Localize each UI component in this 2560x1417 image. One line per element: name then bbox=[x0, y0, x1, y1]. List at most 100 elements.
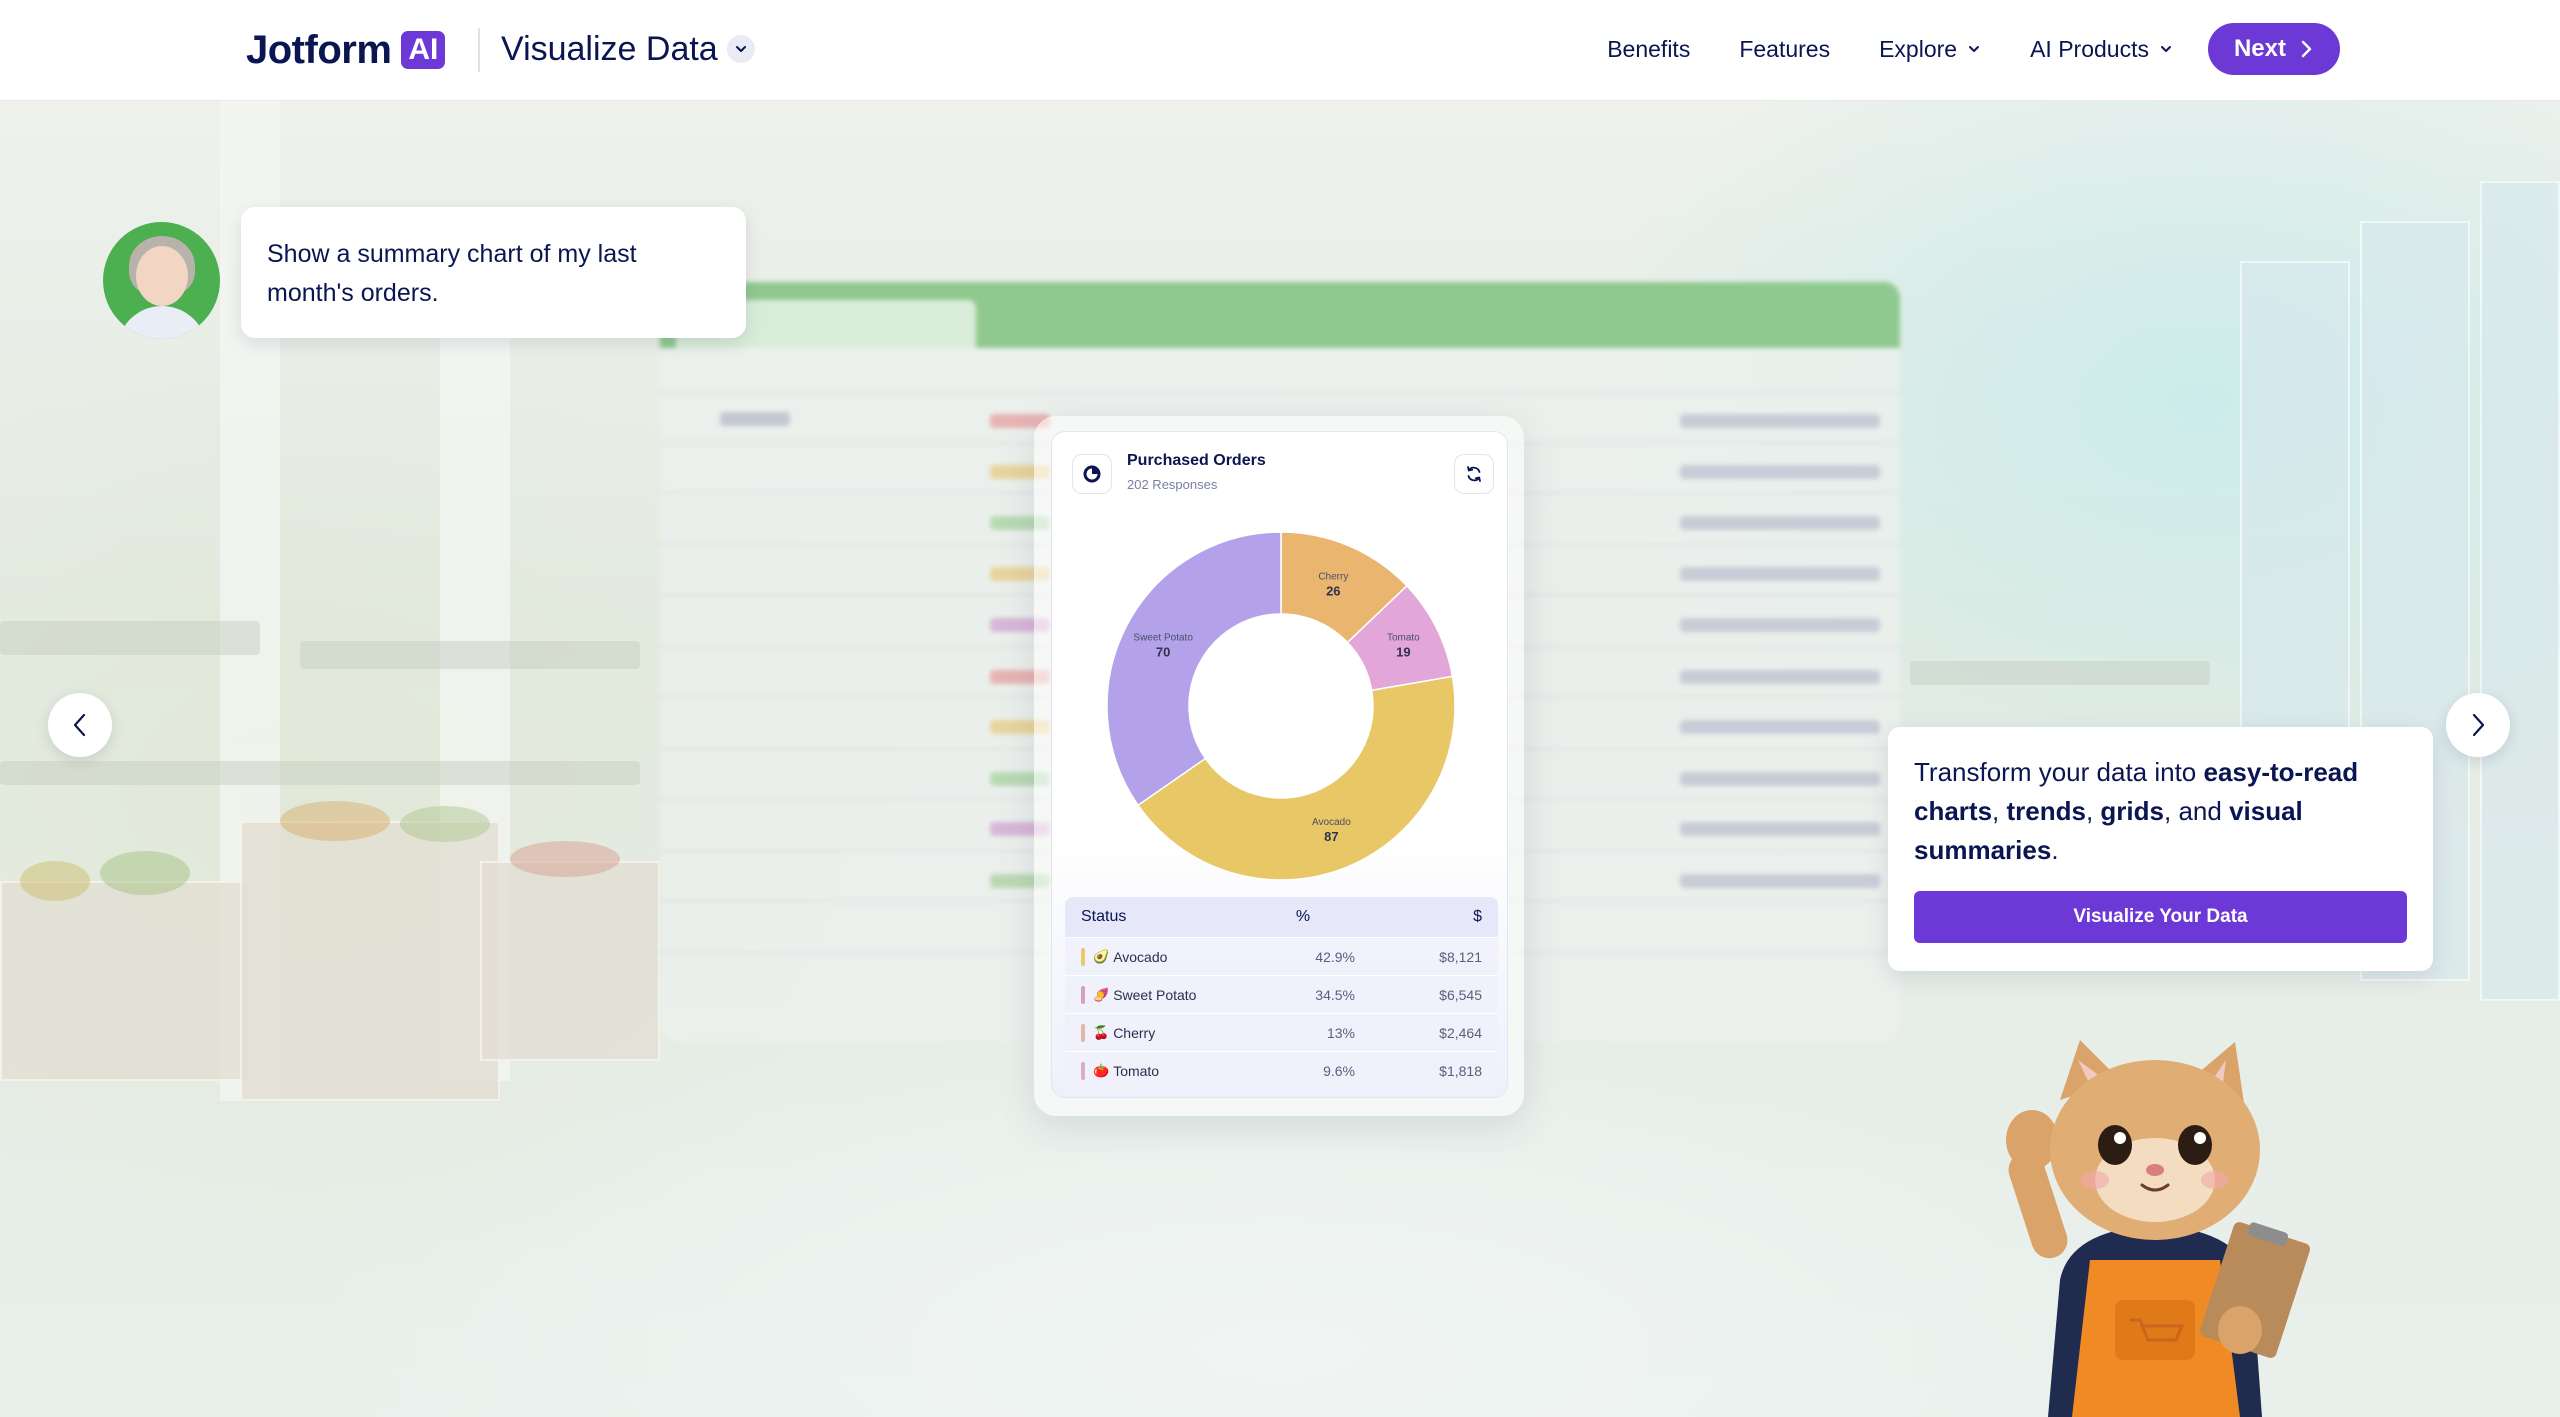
slice-value: 70 bbox=[1156, 644, 1170, 659]
slice-label: Tomato bbox=[1387, 632, 1420, 643]
cta-description: Transform your data into easy-to-read ch… bbox=[1914, 753, 2407, 870]
slice-label: Avocado bbox=[1312, 817, 1351, 828]
spreadsheet-cell bbox=[1680, 618, 1880, 632]
chevron-left-icon bbox=[73, 713, 86, 737]
row-amount: $8,121 bbox=[1439, 948, 1482, 965]
produce-pile bbox=[510, 841, 620, 877]
store-shelf bbox=[300, 641, 640, 669]
nav-ai-products-label: AI Products bbox=[2030, 35, 2149, 62]
spreadsheet-cell bbox=[1680, 414, 1880, 428]
user-avatar bbox=[103, 222, 220, 339]
tomato-icon: 🍅 bbox=[1093, 1062, 1110, 1078]
row-amount: $1,818 bbox=[1439, 1062, 1482, 1079]
col-percent-header: % bbox=[1295, 908, 1311, 925]
produce-crate bbox=[0, 881, 250, 1081]
spreadsheet-cell bbox=[1680, 720, 1880, 734]
table-row: 🍠 Sweet Potato 34.5% $6,545 bbox=[1065, 975, 1498, 1013]
slice-label: Cherry bbox=[1318, 572, 1348, 583]
cta-text-part: , bbox=[2085, 796, 2101, 826]
nav-explore-label: Explore bbox=[1879, 35, 1958, 62]
store-shelf bbox=[1910, 661, 2210, 685]
row-status: 🍒 Cherry bbox=[1081, 1023, 1251, 1042]
nav-explore[interactable]: Explore bbox=[1879, 36, 1981, 63]
carousel-next-button[interactable] bbox=[2446, 693, 2510, 757]
cherry-icon: 🍒 bbox=[1093, 1024, 1110, 1040]
next-button-label: Next bbox=[2233, 35, 2286, 62]
row-percent: 34.5% bbox=[1315, 986, 1355, 1003]
slice-value: 19 bbox=[1396, 644, 1410, 659]
chevron-right-icon bbox=[2301, 40, 2312, 58]
row-amount: $6,545 bbox=[1439, 986, 1482, 1003]
row-status: 🍅 Tomato bbox=[1081, 1061, 1251, 1080]
slice-label: Sweet Potato bbox=[1133, 632, 1193, 643]
row-percent: 13% bbox=[1326, 1024, 1355, 1041]
product-title[interactable]: Visualize Data bbox=[501, 26, 718, 72]
product-dropdown-button[interactable] bbox=[727, 35, 755, 63]
produce-crate bbox=[240, 821, 500, 1101]
spreadsheet-cell bbox=[720, 412, 790, 426]
row-label: Tomato bbox=[1113, 1062, 1160, 1079]
visualize-your-data-button[interactable]: Visualize Your Data bbox=[1914, 891, 2407, 943]
spreadsheet-cell bbox=[1680, 670, 1880, 684]
nav-benefits-label: Benefits bbox=[1607, 35, 1691, 62]
row-amount: $2,464 bbox=[1439, 1024, 1482, 1041]
avatar-body bbox=[117, 306, 207, 339]
top-navbar: Jotform AI Visualize Data Benefits Featu… bbox=[0, 0, 2560, 101]
spreadsheet-cell bbox=[1680, 516, 1880, 530]
swatch-avocado bbox=[1081, 947, 1085, 966]
col-status-header: Status bbox=[1081, 908, 1127, 925]
table-row: 🥑 Avocado 42.9% $8,121 bbox=[1065, 937, 1498, 975]
user-message-bubble: Show a summary chart of my last month's … bbox=[241, 207, 746, 338]
chevron-down-icon bbox=[2160, 46, 2171, 52]
row-status: 🥑 Avocado bbox=[1081, 947, 1251, 966]
swatch-sweet-potato bbox=[1081, 985, 1085, 1004]
row-percent: 9.6% bbox=[1323, 1062, 1355, 1079]
table-row: 🍒 Cherry 13% $2,464 bbox=[1065, 1013, 1498, 1051]
sweet-potato-icon: 🍠 bbox=[1093, 986, 1110, 1002]
swatch-tomato bbox=[1081, 1061, 1085, 1080]
cta-text-part: Transform your data into bbox=[1914, 757, 2204, 787]
chevron-right-icon bbox=[2472, 713, 2485, 737]
col-amount-header: $ bbox=[1473, 908, 1482, 925]
header-divider bbox=[478, 28, 480, 72]
row-label: Cherry bbox=[1113, 1024, 1156, 1041]
purchased-orders-card: Purchased Orders 202 Responses Cherry 26 T… bbox=[1051, 431, 1508, 1098]
store-shelf bbox=[0, 761, 640, 785]
avatar-face bbox=[136, 246, 188, 306]
spreadsheet-cell bbox=[1680, 772, 1880, 786]
cta-bold-part: grids bbox=[2100, 796, 2164, 826]
orders-table: Status % $ 🥑 Avocado 42.9% $8,121 🍠 Swee… bbox=[1065, 897, 1498, 1089]
slice-value: 87 bbox=[1324, 829, 1338, 844]
nav-benefits[interactable]: Benefits bbox=[1607, 36, 1690, 63]
avocado-icon: 🥑 bbox=[1093, 948, 1110, 964]
nav-features-label: Features bbox=[1739, 35, 1831, 62]
jotform-ai-logo[interactable]: Jotform AI bbox=[246, 26, 446, 74]
spreadsheet-cell bbox=[1680, 465, 1880, 479]
store-fridge bbox=[2480, 181, 2560, 1001]
next-button[interactable]: Next bbox=[2207, 23, 2340, 75]
table-row: 🍅 Tomato 9.6% $1,818 bbox=[1065, 1051, 1498, 1089]
cta-card: Transform your data into easy-to-read ch… bbox=[1888, 727, 2433, 971]
cat-mascot-illustration bbox=[2006, 1040, 2311, 1417]
produce-pile bbox=[400, 806, 490, 842]
row-label: Avocado bbox=[1113, 948, 1168, 965]
nav-features[interactable]: Features bbox=[1739, 36, 1830, 63]
table-header: Status % $ bbox=[1065, 897, 1498, 937]
slice-value: 26 bbox=[1326, 584, 1340, 599]
row-label: Sweet Potato bbox=[1113, 986, 1197, 1003]
cta-bold-part: trends bbox=[2006, 796, 2086, 826]
cta-text-part: , and bbox=[2164, 796, 2230, 826]
row-percent: 42.9% bbox=[1315, 948, 1355, 965]
donut-slice-sweet-potato[interactable] bbox=[1106, 531, 1282, 807]
spreadsheet-cell bbox=[1680, 567, 1880, 581]
spreadsheet-row-line bbox=[660, 392, 1900, 394]
swatch-cherry bbox=[1081, 1023, 1085, 1042]
produce-pile bbox=[20, 861, 90, 901]
donut-chart: Cherry26 Tomato19 Avocado87 Sweet Potato70 bbox=[1106, 531, 1456, 881]
produce-pile bbox=[280, 801, 390, 841]
nav-ai-products[interactable]: AI Products bbox=[2030, 36, 2173, 63]
carousel-prev-button[interactable] bbox=[48, 693, 112, 757]
chevron-down-icon bbox=[1969, 46, 1980, 52]
main-nav: Benefits Features Explore AI Products Ne… bbox=[1558, 23, 2340, 75]
logo-wordmark: Jotform bbox=[246, 27, 392, 72]
